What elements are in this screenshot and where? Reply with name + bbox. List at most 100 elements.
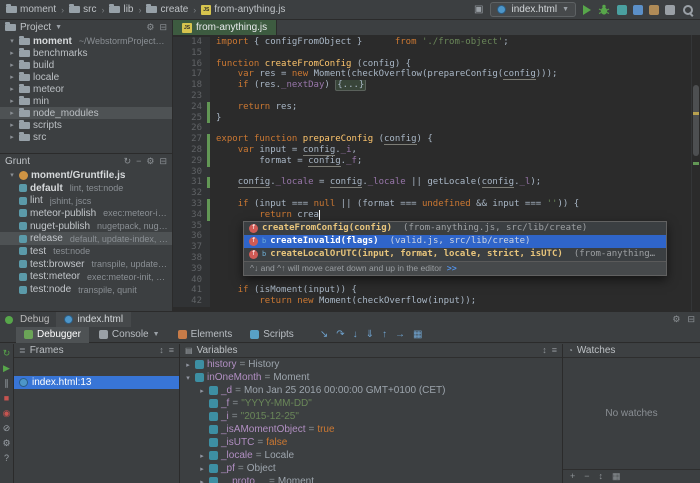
code-line-29[interactable]: 29 format = config._f; — [173, 156, 700, 167]
hide-icon[interactable]: ⊟ — [159, 157, 167, 166]
tab-debugger[interactable]: Debugger — [16, 327, 89, 343]
breadcrumb-item-create[interactable]: create — [146, 4, 188, 15]
grunt-task-lint[interactable]: lintjshint, jscs — [0, 194, 172, 207]
variable-row--isUTC[interactable]: _isUTC=false — [180, 436, 562, 449]
run-to-cursor-icon[interactable]: → — [395, 330, 405, 340]
variable-row--proto-[interactable]: ▸__proto__=Moment — [180, 475, 562, 483]
restore-layout-icon[interactable] — [633, 5, 643, 15]
breadcrumb-item-moment[interactable]: moment — [6, 4, 56, 15]
project-root[interactable]: ▾moment~/WebstormProjects/mom — [0, 35, 172, 47]
project-item-src[interactable]: ▸src — [0, 131, 172, 143]
run-config-select[interactable]: index.html ▼ — [490, 2, 576, 17]
step-out-icon[interactable]: ↑ — [382, 330, 387, 340]
evaluate-expression-icon[interactable]: ▦ — [413, 330, 422, 340]
grunt-task-test-meteor[interactable]: test:meteorexec:meteor-init, exec — [0, 271, 172, 284]
grunt-task-test-browser[interactable]: test:browsertranspile, update-ind — [0, 258, 172, 271]
completion-item[interactable]: fbcreateInvalid(flags)(valid.js, src/lib… — [244, 235, 666, 248]
project-item-meteor[interactable]: ▸meteor — [0, 83, 172, 95]
variable-row--locale[interactable]: ▸_locale=Locale — [180, 449, 562, 462]
code-line-34[interactable]: 34 return crea — [173, 210, 700, 221]
settings-icon[interactable]: ⚙ — [146, 157, 154, 166]
change-stripe-mark[interactable] — [693, 162, 699, 165]
menu-icon[interactable]: ≡ — [552, 346, 557, 355]
chevron-down-icon[interactable]: ▾ — [184, 374, 192, 382]
chevron-right-icon[interactable]: ▸ — [198, 465, 206, 473]
code-line-32[interactable]: 32 — [173, 188, 700, 199]
code-line-23[interactable]: 23 — [173, 91, 700, 102]
project-item-min[interactable]: ▸min — [0, 95, 172, 107]
help-icon[interactable]: ? — [4, 454, 9, 463]
code-line-24[interactable]: 24 return res; — [173, 102, 700, 113]
warning-stripe-mark[interactable] — [693, 112, 699, 115]
breadcrumb-item-src[interactable]: src — [69, 4, 96, 15]
sort-icon[interactable]: ↕ — [159, 346, 164, 355]
editor-scrollbar[interactable] — [691, 35, 700, 311]
grunt-task-default[interactable]: defaultlint, test:node — [0, 182, 172, 195]
debug-button[interactable] — [598, 4, 610, 15]
settings-icon[interactable]: ⚙ — [2, 439, 10, 448]
code-line-41[interactable]: 41 if (isMoment(input)) { — [173, 285, 700, 296]
code-line-16[interactable]: 16function createFromConfig (config) { — [173, 59, 700, 70]
refresh-icon[interactable]: ↻ — [124, 157, 132, 166]
code-line-40[interactable]: 40 — [173, 275, 700, 286]
menu-icon[interactable]: ≡ — [169, 346, 174, 355]
tab-elements[interactable]: Elements — [170, 327, 241, 343]
grid-icon[interactable]: ▦ — [612, 472, 621, 481]
chevron-right-icon[interactable]: ▸ — [198, 452, 206, 460]
show-execution-point-icon[interactable]: ↘ — [320, 330, 328, 340]
code-line-30[interactable]: 30 — [173, 167, 700, 178]
resume-icon[interactable]: ▶ — [3, 364, 10, 373]
scrollbar-thumb[interactable] — [693, 85, 699, 157]
variable-row--pf[interactable]: ▸_pf=Object — [180, 462, 562, 475]
force-step-into-icon[interactable]: ⇓ — [366, 330, 374, 340]
sort-icon[interactable]: ↕ — [542, 346, 547, 355]
variable-row-history[interactable]: ▸history=History — [180, 358, 562, 371]
code-editor[interactable]: 14import { configFromObject } from './fr… — [173, 35, 700, 311]
variable-row-inOneMonth[interactable]: ▾inOneMonth=Moment — [180, 371, 562, 384]
project-item-build[interactable]: ▸build — [0, 59, 172, 71]
completion-more-link[interactable]: >> — [447, 263, 457, 274]
tab-console[interactable]: Console▼ — [91, 327, 168, 343]
code-line-26[interactable]: 26 — [173, 123, 700, 134]
stop-icon[interactable] — [665, 5, 675, 15]
grunt-task-nuget-publish[interactable]: nuget-publishnugetpack, nugetpu — [0, 220, 172, 233]
breadcrumb-item-lib[interactable]: lib — [109, 4, 133, 15]
code-line-42[interactable]: 42 return new Moment(checkOverflow(input… — [173, 296, 700, 307]
sort-icon[interactable]: ↕ — [599, 472, 604, 481]
project-item-locale[interactable]: ▸locale — [0, 71, 172, 83]
grunt-task-release[interactable]: releasedefault, update-index, con — [0, 232, 172, 245]
variable-row--f[interactable]: _f="YYYY-MM-DD" — [180, 397, 562, 410]
step-over-icon[interactable]: ↷ — [336, 330, 344, 340]
breadcrumb-item-from-anything-js[interactable]: JSfrom-anything.js — [201, 4, 285, 15]
grunt-root[interactable]: ▾moment/Gruntfile.js — [0, 169, 172, 182]
variable-row--i[interactable]: _i="2015-12-25" — [180, 410, 562, 423]
settings-icon[interactable]: ⚙ — [672, 315, 680, 324]
hide-icon[interactable]: ⊟ — [159, 23, 167, 32]
variable-row--isAMomentObject[interactable]: _isAMomentObject=true — [180, 423, 562, 436]
code-line-17[interactable]: 17 var res = new Moment(checkOverflow(pr… — [173, 69, 700, 80]
updates-icon[interactable] — [649, 5, 659, 15]
project-item-scripts[interactable]: ▸scripts — [0, 119, 172, 131]
rerun-icon[interactable]: ↻ — [3, 349, 11, 358]
tool-windows-icon[interactable]: ▣ — [474, 5, 483, 15]
search-icon[interactable] — [682, 4, 694, 16]
grunt-task-test[interactable]: testtest:node — [0, 245, 172, 258]
chevron-right-icon[interactable]: ▸ — [198, 478, 206, 483]
code-line-27[interactable]: 27export function prepareConfig (config)… — [173, 134, 700, 145]
debug-session-tab[interactable]: index.html — [56, 312, 131, 327]
mute-breakpoints-icon[interactable]: ⊘ — [3, 424, 11, 433]
settings-icon[interactable]: ⚙ — [146, 23, 154, 32]
code-line-28[interactable]: 28 var input = config._i, — [173, 145, 700, 156]
completion-item[interactable]: fbcreateLocalOrUTC(input, format, locale… — [244, 248, 666, 261]
coverage-icon[interactable] — [617, 5, 627, 15]
hide-icon[interactable]: ⊟ — [687, 315, 695, 324]
project-item-benchmarks[interactable]: ▸benchmarks — [0, 47, 172, 59]
frame-row[interactable]: index.html:13 — [14, 376, 179, 389]
grunt-task-test-node[interactable]: test:nodetranspile, qunit — [0, 283, 172, 296]
project-item-node_modules[interactable]: ▸node_modules — [0, 107, 172, 119]
remove-icon[interactable]: − — [584, 472, 589, 481]
code-line-18[interactable]: 18 if (res._nextDay) {...} — [173, 80, 700, 91]
grunt-task-meteor-publish[interactable]: meteor-publishexec:meteor-init, exec:m — [0, 207, 172, 220]
stop-icon[interactable]: ■ — [4, 394, 9, 403]
code-line-31[interactable]: 31 config._locale = config._locale || ge… — [173, 177, 700, 188]
